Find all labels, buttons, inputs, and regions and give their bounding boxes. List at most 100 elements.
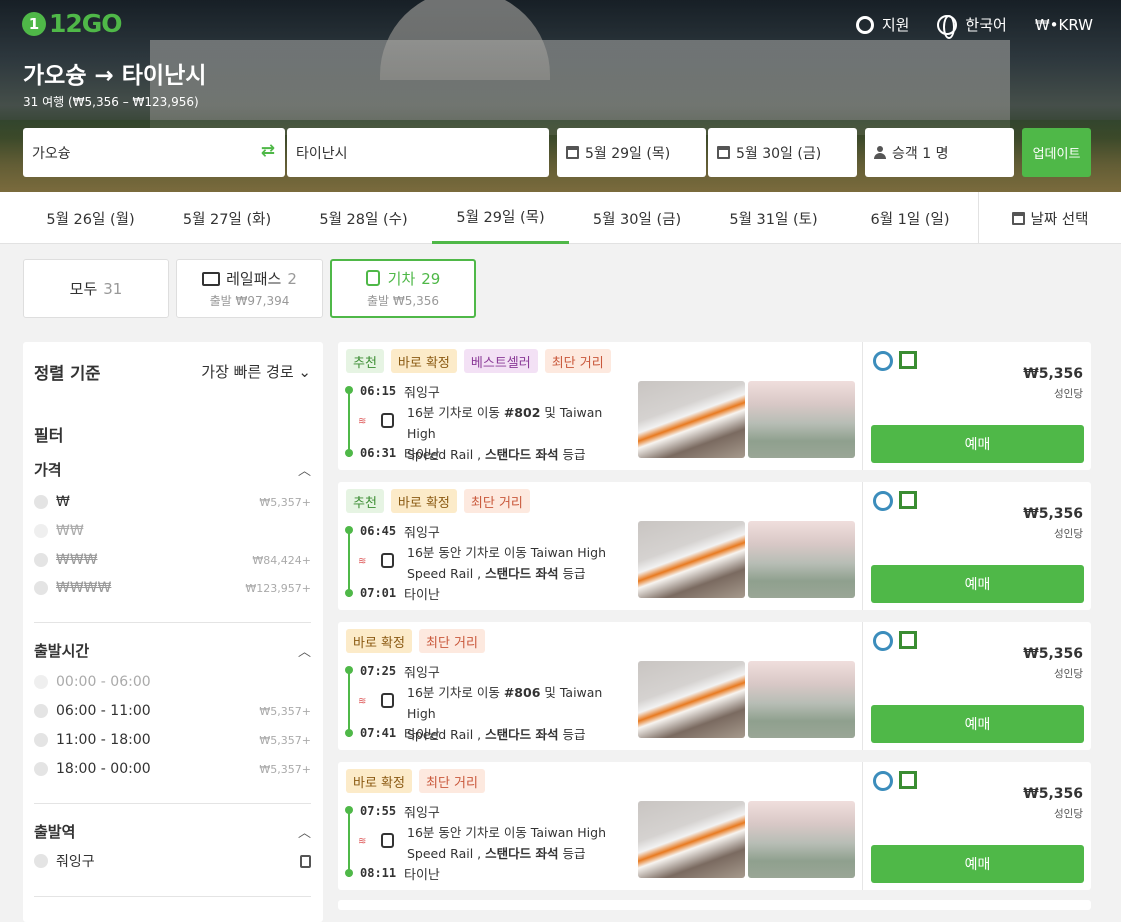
filter-sidebar: 정렬 기준 가장 빠른 경로 ⌄ 필터 가격 ︿ ₩ ₩5,357+ ₩₩ ₩₩₩… bbox=[23, 342, 323, 922]
dep-dot bbox=[345, 526, 353, 534]
checkbox[interactable] bbox=[34, 581, 48, 595]
tab-train[interactable]: 기차 29 출발 ₩5,356 bbox=[330, 259, 476, 318]
speed-icon: ≋ bbox=[358, 696, 367, 707]
trip-card[interactable]: 추천 바로 확정 베스트셀러 최단 거리 06:15 줘잉구 ≋ 16분 기차로… bbox=[338, 342, 1091, 470]
trip-card[interactable]: 바로 확정 최단 거리 07:25 줘잉구 ≋ 16분 기차로 이동 #806 … bbox=[338, 622, 1091, 750]
passengers-input[interactable]: 승객 1 명 bbox=[865, 128, 1014, 177]
train-exterior-photo[interactable] bbox=[638, 801, 745, 878]
page-title: 가오슝 → 타이난시 bbox=[23, 63, 207, 89]
price-filter-heading[interactable]: 가격 bbox=[34, 459, 62, 480]
time-option[interactable]: 11:00 - 18:00 ₩5,357+ bbox=[34, 729, 311, 751]
chevron-down-icon: ⌄ bbox=[298, 363, 311, 381]
to-input[interactable]: 타이난시 bbox=[287, 128, 549, 177]
trip-card[interactable] bbox=[338, 900, 1091, 910]
train-interior-photo[interactable] bbox=[748, 661, 855, 738]
support-label: 지원 bbox=[881, 16, 910, 34]
tab-all[interactable]: 모두 31 bbox=[23, 259, 169, 318]
from-input[interactable]: 가오슝 ⇄ bbox=[23, 128, 285, 177]
book-button[interactable]: 예매 bbox=[871, 705, 1084, 743]
date-tab[interactable]: 6월 1일 (일) bbox=[842, 192, 978, 244]
tab-label: 레일패스 bbox=[226, 270, 282, 288]
arr-time: 07:01 bbox=[360, 586, 397, 600]
segment-description: 16분 동안 기차로 이동 Taiwan High Speed Rail , 스탠… bbox=[407, 825, 607, 861]
tag-recommended: 추천 bbox=[346, 349, 384, 373]
time-filter-heading[interactable]: 출발시간 bbox=[34, 640, 89, 661]
return-date-value: 5월 30일 (금) bbox=[736, 145, 822, 162]
book-button[interactable]: 예매 bbox=[871, 565, 1084, 603]
segment-description: 16분 기차로 이동 #802 및 Taiwan High Speed Rail … bbox=[407, 405, 603, 462]
date-picker-label: 날짜 선택 bbox=[1030, 211, 1089, 228]
time-option[interactable]: 18:00 - 00:00 ₩5,357+ bbox=[34, 758, 311, 780]
tag-instant-confirm: 바로 확정 bbox=[390, 349, 457, 373]
checkbox[interactable] bbox=[34, 854, 48, 868]
book-button[interactable]: 예매 bbox=[871, 845, 1084, 883]
date-tab[interactable]: 5월 26일 (월) bbox=[22, 192, 159, 244]
chevron-up-icon[interactable]: ︿ bbox=[298, 460, 311, 479]
checkbox[interactable] bbox=[34, 733, 48, 747]
arr-time: 06:31 bbox=[360, 446, 397, 460]
time-option[interactable]: 00:00 - 06:00 bbox=[34, 671, 311, 693]
price-option[interactable]: ₩₩ bbox=[34, 520, 311, 542]
currency-selector[interactable]: ₩•KRW bbox=[1035, 16, 1093, 34]
price-per: 성인당 bbox=[1054, 808, 1083, 820]
arr-station: 타이난 bbox=[404, 728, 440, 743]
trip-card[interactable]: 바로 확정 최단 거리 07:55 줘잉구 ≋ 16분 동안 기차로 이동 Ta… bbox=[338, 762, 1091, 890]
checkbox[interactable] bbox=[34, 495, 48, 509]
swap-icon[interactable]: ⇄ bbox=[261, 141, 275, 161]
sort-dropdown[interactable]: 가장 빠른 경로 ⌄ bbox=[201, 361, 311, 382]
train-exterior-photo[interactable] bbox=[638, 661, 745, 738]
arr-dot bbox=[345, 869, 353, 877]
tag-instant-confirm: 바로 확정 bbox=[346, 629, 412, 653]
refund-icon bbox=[873, 631, 893, 651]
date-tab-selected[interactable]: 5월 29일 (목) bbox=[432, 192, 569, 244]
arr-dot bbox=[345, 729, 353, 737]
dep-station: 줘잉구 bbox=[404, 806, 440, 821]
tab-railpass[interactable]: 레일패스 2 출발 ₩97,394 bbox=[176, 259, 323, 318]
refund-icon bbox=[873, 771, 893, 791]
date-strip: 5월 26일 (월) 5월 27일 (화) 5월 28일 (수) 5월 29일 … bbox=[0, 192, 1121, 244]
qr-ticket-icon bbox=[899, 631, 917, 649]
tag-shortest: 최단 거리 bbox=[418, 629, 485, 653]
train-icon bbox=[365, 270, 380, 286]
trip-card[interactable]: 추천 바로 확정 최단 거리 06:45 줘잉구 ≋ 16분 동안 기차로 이동… bbox=[338, 482, 1091, 610]
language-selector[interactable]: 한국어 bbox=[937, 14, 1007, 39]
price-option[interactable]: ₩₩₩₩ ₩123,957+ bbox=[34, 577, 311, 599]
train-icon bbox=[381, 833, 394, 848]
date-tab[interactable]: 5월 30일 (금) bbox=[569, 192, 705, 244]
checkbox[interactable] bbox=[34, 762, 48, 776]
checkbox[interactable] bbox=[34, 553, 48, 567]
user-icon bbox=[874, 146, 886, 159]
train-exterior-photo[interactable] bbox=[638, 521, 745, 598]
logo[interactable]: 1 12GO bbox=[22, 9, 123, 38]
date-tab[interactable]: 5월 27일 (화) bbox=[159, 192, 295, 244]
train-interior-photo[interactable] bbox=[748, 521, 855, 598]
date-tab[interactable]: 5월 31일 (토) bbox=[705, 192, 842, 244]
update-button[interactable]: 업데이트 bbox=[1022, 128, 1091, 177]
tag-instant-confirm: 바로 확정 bbox=[346, 769, 412, 793]
support-link[interactable]: 지원 bbox=[855, 14, 910, 35]
station-filter-heading[interactable]: 출발역 bbox=[34, 821, 75, 842]
chevron-up-icon[interactable]: ︿ bbox=[298, 641, 311, 660]
chevron-up-icon[interactable]: ︿ bbox=[298, 822, 311, 841]
price-option[interactable]: ₩ ₩5,357+ bbox=[34, 491, 311, 513]
station-option[interactable]: 줘잉구 bbox=[34, 850, 311, 872]
train-interior-photo[interactable] bbox=[748, 801, 855, 878]
trip-price: ₩5,356 bbox=[1023, 786, 1083, 802]
return-date-input[interactable]: 5월 30일 (금) bbox=[708, 128, 857, 177]
checkbox[interactable] bbox=[34, 675, 48, 689]
dep-time: 06:15 bbox=[360, 384, 397, 398]
train-interior-photo[interactable] bbox=[748, 381, 855, 458]
price-option[interactable]: ₩₩₩ ₩84,424+ bbox=[34, 549, 311, 571]
depart-date-input[interactable]: 5월 29일 (목) bbox=[557, 128, 706, 177]
checkbox[interactable] bbox=[34, 704, 48, 718]
arr-station: 타이난 bbox=[404, 588, 440, 603]
train-icon bbox=[381, 413, 394, 428]
time-option[interactable]: 06:00 - 11:00 ₩5,357+ bbox=[34, 700, 311, 722]
book-button[interactable]: 예매 bbox=[871, 425, 1084, 463]
tab-from-price: 출발 ₩97,394 bbox=[209, 294, 290, 308]
arr-time: 08:11 bbox=[360, 866, 397, 880]
train-exterior-photo[interactable] bbox=[638, 381, 745, 458]
date-tab[interactable]: 5월 28일 (수) bbox=[295, 192, 432, 244]
date-picker-button[interactable]: 날짜 선택 bbox=[978, 192, 1121, 244]
checkbox[interactable] bbox=[34, 524, 48, 538]
